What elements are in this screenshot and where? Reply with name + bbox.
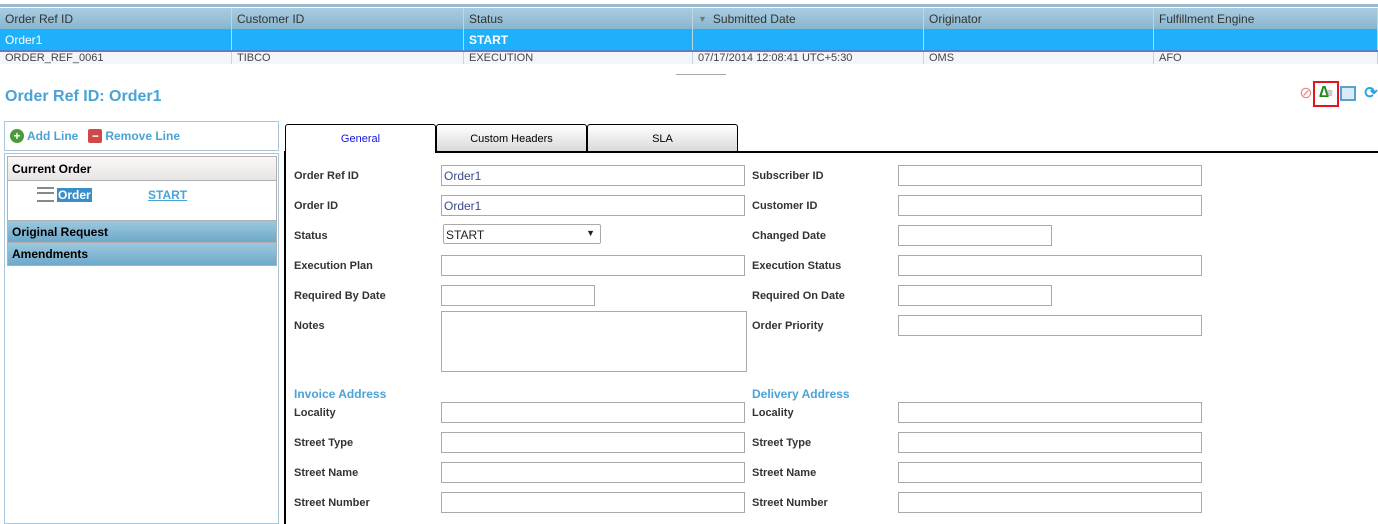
cell: OMS [924,52,1154,64]
order-status-link[interactable]: START [148,188,187,202]
delivery-locality-input[interactable] [898,402,1202,423]
window-icon[interactable] [1340,86,1356,101]
cell: Order1 [0,29,232,50]
table-row[interactable]: Order1 START [0,29,1378,52]
invoice-locality-input[interactable] [441,402,745,423]
delivery-locality-label: Locality [752,407,794,419]
col-status[interactable]: Status [464,8,693,29]
cell: ORDER_REF_0061 [0,52,232,64]
original-request-header[interactable]: Original Request [8,221,276,243]
customer-id-input[interactable] [898,195,1202,216]
customer-id-label: Customer ID [752,200,818,212]
delivery-street-name-input[interactable] [898,462,1202,483]
current-order-body: Order START [8,181,276,221]
table-row[interactable]: ORDER_REF_0061 TIBCO EXECUTION 07/17/201… [0,52,1378,64]
col-submitted-date[interactable]: ▼ Submitted Date [693,8,924,29]
cell: 07/17/2014 12:08:41 UTC+5:30 [693,52,924,64]
invoice-street-type-label: Street Type [294,437,354,449]
status-label: Status [294,230,328,242]
add-line-button[interactable]: + Add Line [10,129,78,143]
order-priority-input[interactable] [898,315,1202,336]
execution-status-input[interactable] [898,255,1202,276]
required-by-date-input[interactable] [441,285,595,306]
order-id-input[interactable]: Order1 [441,195,745,216]
grid-header: Order Ref ID Customer ID Status ▼ Submitt… [0,8,1378,29]
notes-label: Notes [294,320,325,332]
cell [232,29,464,50]
order-node[interactable]: Order [57,188,92,202]
tab-general[interactable]: General [285,124,436,153]
required-on-date-input[interactable] [898,285,1052,306]
invoice-street-name-input[interactable] [441,462,745,483]
execution-plan-label: Execution Plan [294,260,373,272]
general-form: Order Ref ID Order1 Order ID Order1 Status ST… [284,151,1378,524]
page-title: Order Ref ID: Order1 [5,88,162,105]
select-value: START [446,228,485,242]
cell [693,29,924,50]
chevron-down-icon: ▼ [586,228,595,238]
delivery-street-type-label: Street Type [752,437,812,449]
delivery-street-number-input[interactable] [898,492,1202,513]
delivery-street-number-label: Street Number [752,497,828,509]
required-on-date-label: Required On Date [752,290,845,302]
cell: EXECUTION [464,52,693,64]
invoice-street-type-input[interactable] [441,432,745,453]
sort-desc-icon: ▼ [698,13,707,24]
order-id-label: Order ID [294,200,339,212]
tab-custom-headers[interactable]: Custom Headers [436,124,587,152]
tab-sla[interactable]: SLA [587,124,738,152]
changed-date-label: Changed Date [752,230,826,242]
line-toolbar: + Add Line − Remove Line [4,121,279,151]
delivery-street-type-input[interactable] [898,432,1202,453]
delivery-street-name-label: Street Name [752,467,817,479]
col-originator[interactable]: Originator [924,8,1154,29]
col-customer-id[interactable]: Customer ID [232,8,464,29]
notes-textarea[interactable] [441,311,747,372]
col-order-ref-id[interactable]: Order Ref ID [0,8,232,29]
remove-line-label: Remove Line [105,129,181,143]
col-fulfillment-engine[interactable]: Fulfillment Engine [1154,8,1378,29]
order-tree: Current Order Order START Original Reque… [7,156,277,266]
order-ref-id-input[interactable]: Order1 [441,165,745,186]
refresh-icon[interactable]: ⟳ [1362,84,1378,102]
orders-grid: Order Ref ID Customer ID Status ▼ Submitt… [0,8,1378,64]
top-border [0,4,1378,7]
required-by-date-label: Required By Date [294,290,386,302]
status-select[interactable]: START ▼ [443,224,601,244]
invoice-locality-label: Locality [294,407,336,419]
invoice-street-number-label: Street Number [294,497,370,509]
execution-plan-input[interactable] [441,255,745,276]
invoice-street-name-label: Street Name [294,467,359,479]
list-icon [37,187,54,202]
order-priority-label: Order Priority [752,320,824,332]
remove-line-button[interactable]: − Remove Line [88,129,180,143]
plus-icon: + [10,129,24,143]
current-order-header[interactable]: Current Order [8,157,276,181]
plan-icon[interactable]: ∆ ≡ [1317,84,1335,102]
order-tree-panel: Current Order Order START Original Reque… [4,153,279,524]
cell [1154,29,1378,50]
cell: TIBCO [232,52,464,64]
subscriber-id-label: Subscriber ID [752,170,824,182]
invoice-street-number-input[interactable] [441,492,745,513]
cell: START [464,29,693,50]
tab-bar: General Custom Headers SLA [285,124,738,153]
invoice-address-title: Invoice Address [294,387,387,401]
delivery-address-title: Delivery Address [752,387,850,401]
execution-status-label: Execution Status [752,260,842,272]
subscriber-id-input[interactable] [898,165,1202,186]
changed-date-input[interactable] [898,225,1052,246]
cell [924,29,1154,50]
add-line-label: Add Line [27,129,79,143]
splitter-handle[interactable] [676,74,726,75]
amendments-header[interactable]: Amendments [8,243,276,265]
order-ref-id-label: Order Ref ID [294,170,359,182]
minus-icon: − [88,129,103,143]
cell: AFO [1154,52,1378,64]
